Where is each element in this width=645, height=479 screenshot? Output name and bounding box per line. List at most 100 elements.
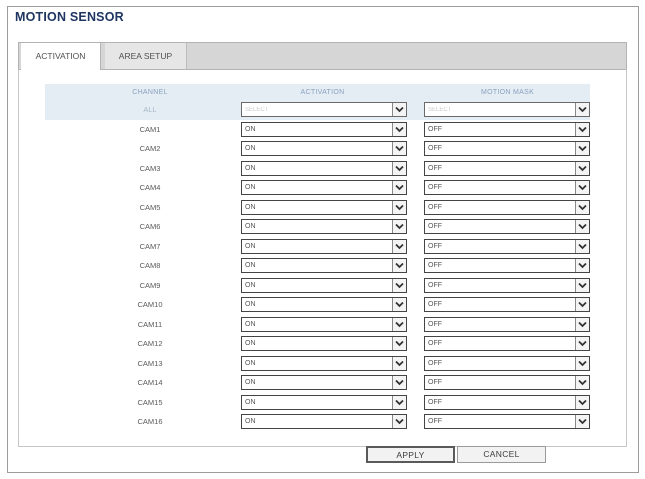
select-value: SELECT: [428, 106, 452, 113]
chevron-down-icon[interactable]: [392, 181, 406, 194]
select-value: ON: [245, 164, 256, 172]
select-value: ON: [245, 223, 256, 230]
chevron-down-icon[interactable]: [575, 259, 589, 272]
motion-mask-select[interactable]: OFF: [424, 238, 590, 254]
select-value: OFF: [428, 203, 442, 211]
select-value: OFF: [428, 242, 442, 250]
activation-select[interactable]: ON: [241, 238, 407, 254]
table-row: CAM1 ON OFF: [45, 120, 590, 140]
channel-label: CAM10: [137, 300, 163, 310]
chevron-down-icon[interactable]: [575, 337, 589, 350]
chevron-down-icon[interactable]: [575, 161, 589, 175]
chevron-down-icon[interactable]: [392, 395, 406, 409]
motion-mask-select[interactable]: OFF: [424, 219, 590, 234]
motion-mask-select[interactable]: OFF: [424, 277, 590, 293]
chevron-down-icon[interactable]: [575, 239, 589, 253]
table-body: CAM1 ON OFF CAM2 ON OFF CAM3 ON OFF CAM4 ON OFF CAM5…: [45, 120, 590, 432]
table-row: CAM8 ON OFF: [45, 256, 590, 276]
select-value: ON: [245, 301, 256, 308]
chevron-down-icon[interactable]: [392, 415, 406, 428]
chevron-down-icon[interactable]: [392, 356, 406, 370]
chevron-down-icon[interactable]: [575, 376, 589, 389]
select-value: OFF: [428, 418, 442, 425]
activation-select[interactable]: ON: [241, 180, 407, 195]
chevron-down-icon[interactable]: [392, 259, 406, 272]
activation-select[interactable]: ON: [241, 199, 407, 215]
motion-mask-select[interactable]: OFF: [424, 160, 590, 176]
activation-select[interactable]: ON: [241, 375, 407, 390]
motion-mask-select[interactable]: OFF: [424, 141, 590, 156]
motion-mask-select[interactable]: OFF: [424, 297, 590, 312]
cancel-button[interactable]: CANCEL: [457, 446, 546, 463]
tab-bar: ACTIVATION AREA SETUP: [18, 42, 627, 70]
activation-select[interactable]: ON: [241, 297, 407, 312]
chevron-down-icon[interactable]: [392, 337, 406, 350]
channel-label: CAM14: [137, 378, 163, 388]
select-value: OFF: [428, 398, 442, 406]
activation-select[interactable]: ON: [241, 355, 407, 371]
chevron-down-icon[interactable]: [575, 278, 589, 292]
channel-label: CAM9: [139, 280, 161, 290]
table-row: CAM14 ON OFF: [45, 373, 590, 393]
activation-select[interactable]: ON: [241, 316, 407, 332]
chevron-down-icon[interactable]: [392, 298, 406, 311]
chevron-down-icon[interactable]: [392, 220, 406, 233]
channel-label: CAM11: [137, 319, 163, 329]
activation-select[interactable]: ON: [241, 258, 407, 273]
chevron-down-icon[interactable]: [575, 122, 589, 136]
chevron-down-icon[interactable]: [575, 395, 589, 409]
header-motion-mask: MOTION MASK: [480, 88, 535, 96]
activation-select[interactable]: ON: [241, 121, 407, 137]
tab-activation[interactable]: ACTIVATION: [21, 43, 101, 70]
channel-label: CAM7: [139, 241, 161, 251]
chevron-down-icon[interactable]: [575, 298, 589, 311]
motion-mask-select[interactable]: OFF: [424, 121, 590, 137]
motion-mask-select[interactable]: OFF: [424, 180, 590, 195]
chevron-down-icon[interactable]: [575, 415, 589, 428]
select-value: OFF: [428, 301, 442, 308]
motion-mask-select[interactable]: OFF: [424, 375, 590, 390]
motion-mask-select[interactable]: OFF: [424, 199, 590, 215]
chevron-down-icon[interactable]: [392, 376, 406, 389]
activation-select[interactable]: ON: [241, 277, 407, 293]
channel-label: CAM15: [137, 397, 163, 407]
motion-mask-select[interactable]: OFF: [424, 394, 590, 410]
apply-button[interactable]: APPLY: [366, 446, 455, 463]
motion-mask-select-all[interactable]: SELECT: [424, 102, 590, 117]
activation-select[interactable]: ON: [241, 219, 407, 234]
chevron-down-icon[interactable]: [392, 200, 406, 214]
activation-select[interactable]: ON: [241, 141, 407, 156]
tab-area-setup[interactable]: AREA SETUP: [105, 43, 187, 69]
motion-mask-select[interactable]: OFF: [424, 336, 590, 351]
motion-mask-select[interactable]: OFF: [424, 414, 590, 429]
chevron-down-icon[interactable]: [575, 200, 589, 214]
channel-label: CAM6: [139, 222, 161, 232]
chevron-down-icon[interactable]: [392, 103, 406, 116]
table-row: CAM3 ON OFF: [45, 159, 590, 179]
motion-mask-select[interactable]: OFF: [424, 258, 590, 273]
chevron-down-icon[interactable]: [392, 161, 406, 175]
chevron-down-icon[interactable]: [392, 239, 406, 253]
chevron-down-icon[interactable]: [392, 122, 406, 136]
motion-mask-select[interactable]: OFF: [424, 355, 590, 371]
chevron-down-icon[interactable]: [575, 142, 589, 155]
motion-mask-select[interactable]: OFF: [424, 316, 590, 332]
chevron-down-icon[interactable]: [575, 220, 589, 233]
chevron-down-icon[interactable]: [575, 103, 589, 116]
activation-select[interactable]: ON: [241, 336, 407, 351]
table-row: CAM6 ON OFF: [45, 217, 590, 237]
select-value: ON: [245, 340, 256, 347]
chevron-down-icon[interactable]: [575, 181, 589, 194]
select-value: ON: [245, 203, 256, 211]
activation-select[interactable]: ON: [241, 394, 407, 410]
activation-select-all[interactable]: SELECT: [241, 102, 407, 117]
activation-select[interactable]: ON: [241, 414, 407, 429]
chevron-down-icon[interactable]: [392, 317, 406, 331]
chevron-down-icon[interactable]: [392, 278, 406, 292]
table-row: CAM9 ON OFF: [45, 276, 590, 296]
chevron-down-icon[interactable]: [575, 317, 589, 331]
table-row: CAM7 ON OFF: [45, 237, 590, 257]
activation-select[interactable]: ON: [241, 160, 407, 176]
chevron-down-icon[interactable]: [392, 142, 406, 155]
chevron-down-icon[interactable]: [575, 356, 589, 370]
